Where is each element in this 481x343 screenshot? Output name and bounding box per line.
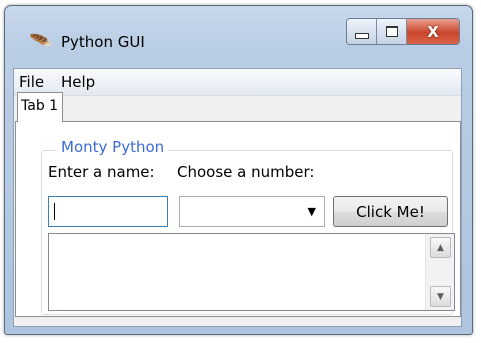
text-caret (54, 203, 55, 220)
maximize-icon (385, 26, 398, 37)
close-button[interactable]: X (407, 19, 459, 44)
tab-1[interactable]: Tab 1 (17, 92, 63, 122)
scroll-down-arrow-icon[interactable]: ▼ (430, 286, 451, 307)
dropdown-arrow-icon[interactable]: ▼ (308, 205, 316, 218)
scroll-up-arrow-icon[interactable]: ▲ (430, 237, 451, 258)
name-label: Enter a name: (48, 163, 155, 181)
minimize-icon (354, 32, 369, 39)
tab-label: Tab 1 (21, 98, 59, 114)
maximize-button[interactable] (377, 19, 407, 44)
menu-file[interactable]: File (19, 73, 44, 91)
name-input[interactable] (48, 196, 168, 227)
minimize-button[interactable] (347, 19, 377, 44)
number-combobox[interactable]: ▼ (179, 196, 325, 227)
menu-bar: File Help (14, 69, 461, 96)
number-label: Choose a number: (177, 163, 315, 181)
window-title: Python GUI (61, 33, 145, 51)
scrolled-text-area[interactable]: ▲ ▼ (48, 233, 455, 311)
click-me-button[interactable]: Click Me! (333, 196, 448, 227)
close-icon: X (427, 22, 439, 41)
menu-help[interactable]: Help (61, 73, 95, 91)
feather-icon: 🪶 (28, 29, 55, 55)
title-bar[interactable]: 🪶 Python GUI X (5, 6, 472, 56)
frame-label: Monty Python (57, 138, 169, 156)
caption-buttons: X (346, 18, 460, 45)
vertical-scrollbar[interactable]: ▲ ▼ (425, 234, 454, 310)
